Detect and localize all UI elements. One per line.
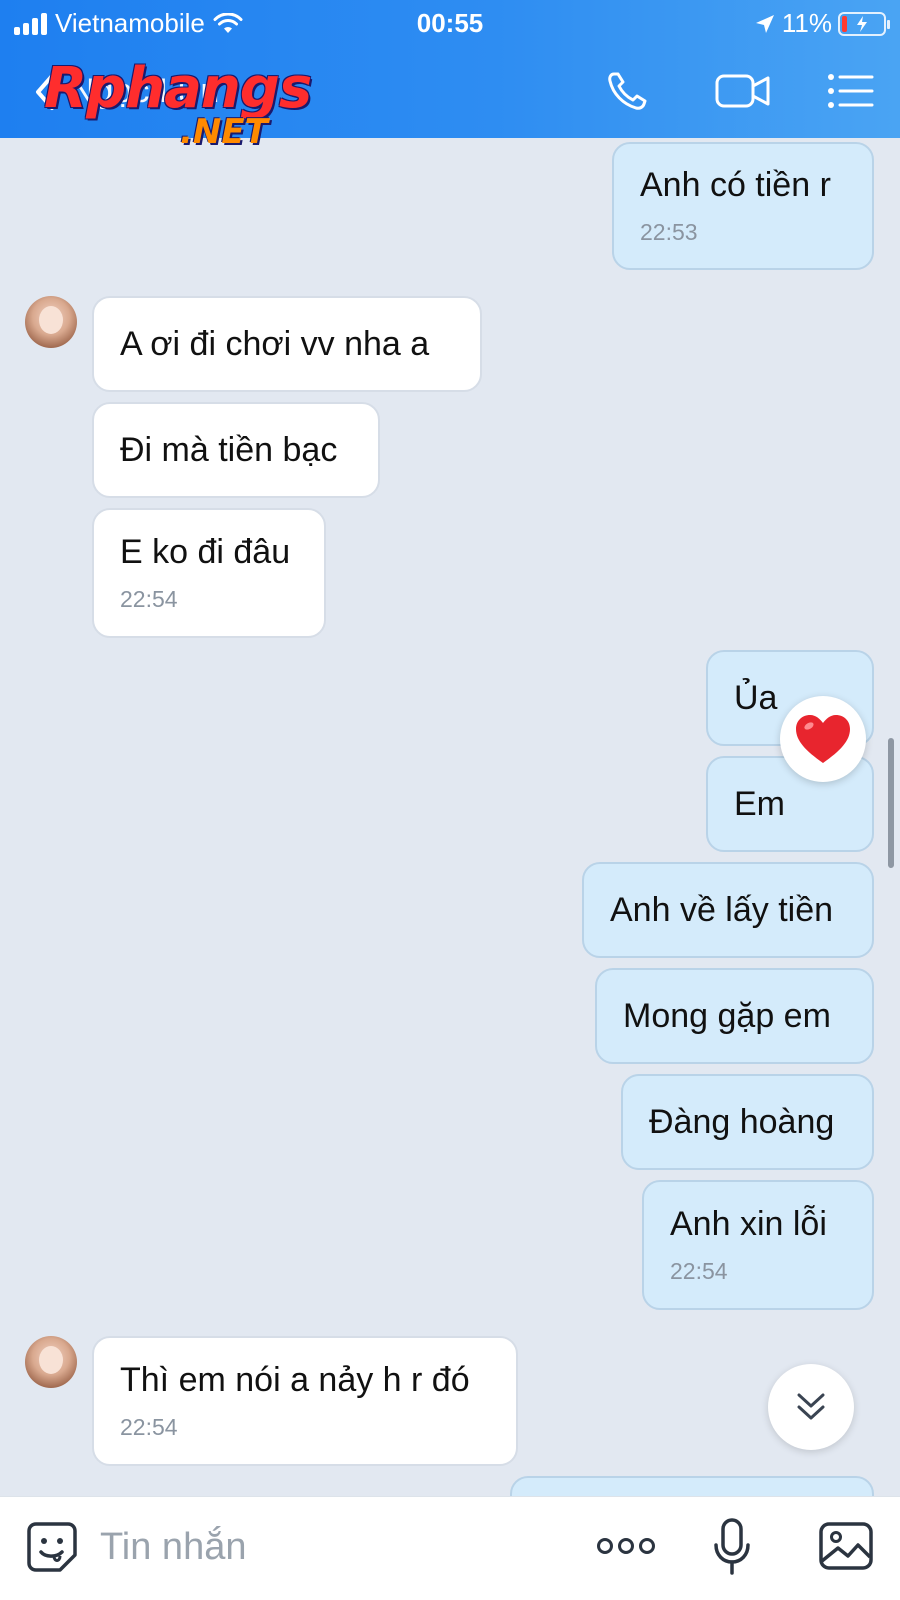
message-bubble-incoming[interactable]: Đi mà tiền bạc <box>92 402 380 498</box>
reaction-badge[interactable] <box>780 696 866 782</box>
chat-header: Vietnamobile 00:55 11% Ngọc Lưu Rphangs <box>0 0 900 152</box>
message-text: Anh về lấy tiền <box>610 890 834 929</box>
message-time: 22:54 <box>670 1258 728 1284</box>
avatar[interactable] <box>25 296 77 348</box>
message-bubble-outgoing[interactable]: Mong gặp em <box>595 968 874 1064</box>
message-text: Anh xin lỗi <box>670 1205 827 1243</box>
message-text: E ko đi đâu <box>120 533 291 571</box>
message-bubble-outgoing[interactable]: Đàng hoàng <box>621 1074 874 1170</box>
message-bubble-outgoing[interactable]: Anh xin lỗi 22:54 <box>642 1180 874 1310</box>
location-arrow-icon <box>755 14 774 33</box>
message-bubble-outgoing[interactable]: Anh có tiền r 22:53 <box>612 142 874 270</box>
message-text: Mong gặp em <box>623 996 831 1035</box>
message-text: Thì em nói a nảy h r đó <box>120 1361 470 1399</box>
battery-percent: 11% <box>781 8 832 38</box>
message-text: Đi mà tiền bạc <box>120 430 338 469</box>
more-dots-icon[interactable] <box>596 1533 656 1559</box>
message-bubble-outgoing[interactable]: Anh về lấy tiền <box>582 862 874 958</box>
message-time: 22:54 <box>120 586 178 612</box>
avatar[interactable] <box>25 1336 77 1388</box>
message-time: 22:54 <box>120 1414 178 1440</box>
double-chevron-down-icon <box>797 1393 825 1420</box>
list-menu-icon[interactable] <box>826 68 876 114</box>
message-text: Em <box>734 784 785 823</box>
heart-icon <box>796 715 850 763</box>
message-input[interactable] <box>100 1519 560 1575</box>
scroll-to-bottom-button[interactable] <box>768 1364 854 1450</box>
message-bubble-incoming[interactable]: E ko đi đâu 22:54 <box>92 508 326 638</box>
microphone-icon[interactable] <box>712 1517 752 1577</box>
sticker-face-icon[interactable] <box>26 1521 78 1573</box>
composer-bar <box>0 1496 900 1600</box>
message-time: 22:53 <box>640 219 698 245</box>
video-camera-icon[interactable] <box>714 68 772 114</box>
message-text: Đàng hoàng <box>649 1102 835 1141</box>
scrollbar-thumb[interactable] <box>888 738 894 868</box>
message-text: Anh có tiền r <box>640 166 831 204</box>
message-text: A ơi đi chơi vv nha a <box>120 324 430 363</box>
nav-bar: Ngọc Lưu Rphangs .NET <box>0 50 900 152</box>
message-bubble-incoming[interactable]: Thì em nói a nảy h r đó 22:54 <box>92 1336 518 1466</box>
image-gallery-icon[interactable] <box>818 1521 874 1571</box>
battery-icon <box>838 11 890 36</box>
chevron-left-icon[interactable] <box>30 70 60 114</box>
phone-icon[interactable] <box>604 68 654 114</box>
status-bar: Vietnamobile 00:55 11% <box>0 0 900 46</box>
message-bubble-outgoing[interactable] <box>510 1476 874 1496</box>
message-bubble-incoming[interactable]: A ơi đi chơi vv nha a <box>92 296 482 392</box>
contact-name[interactable]: Ngọc Lưu <box>70 72 219 111</box>
message-list[interactable]: Anh có tiền r 22:53 A ơi đi chơi vv nha … <box>0 138 900 1496</box>
